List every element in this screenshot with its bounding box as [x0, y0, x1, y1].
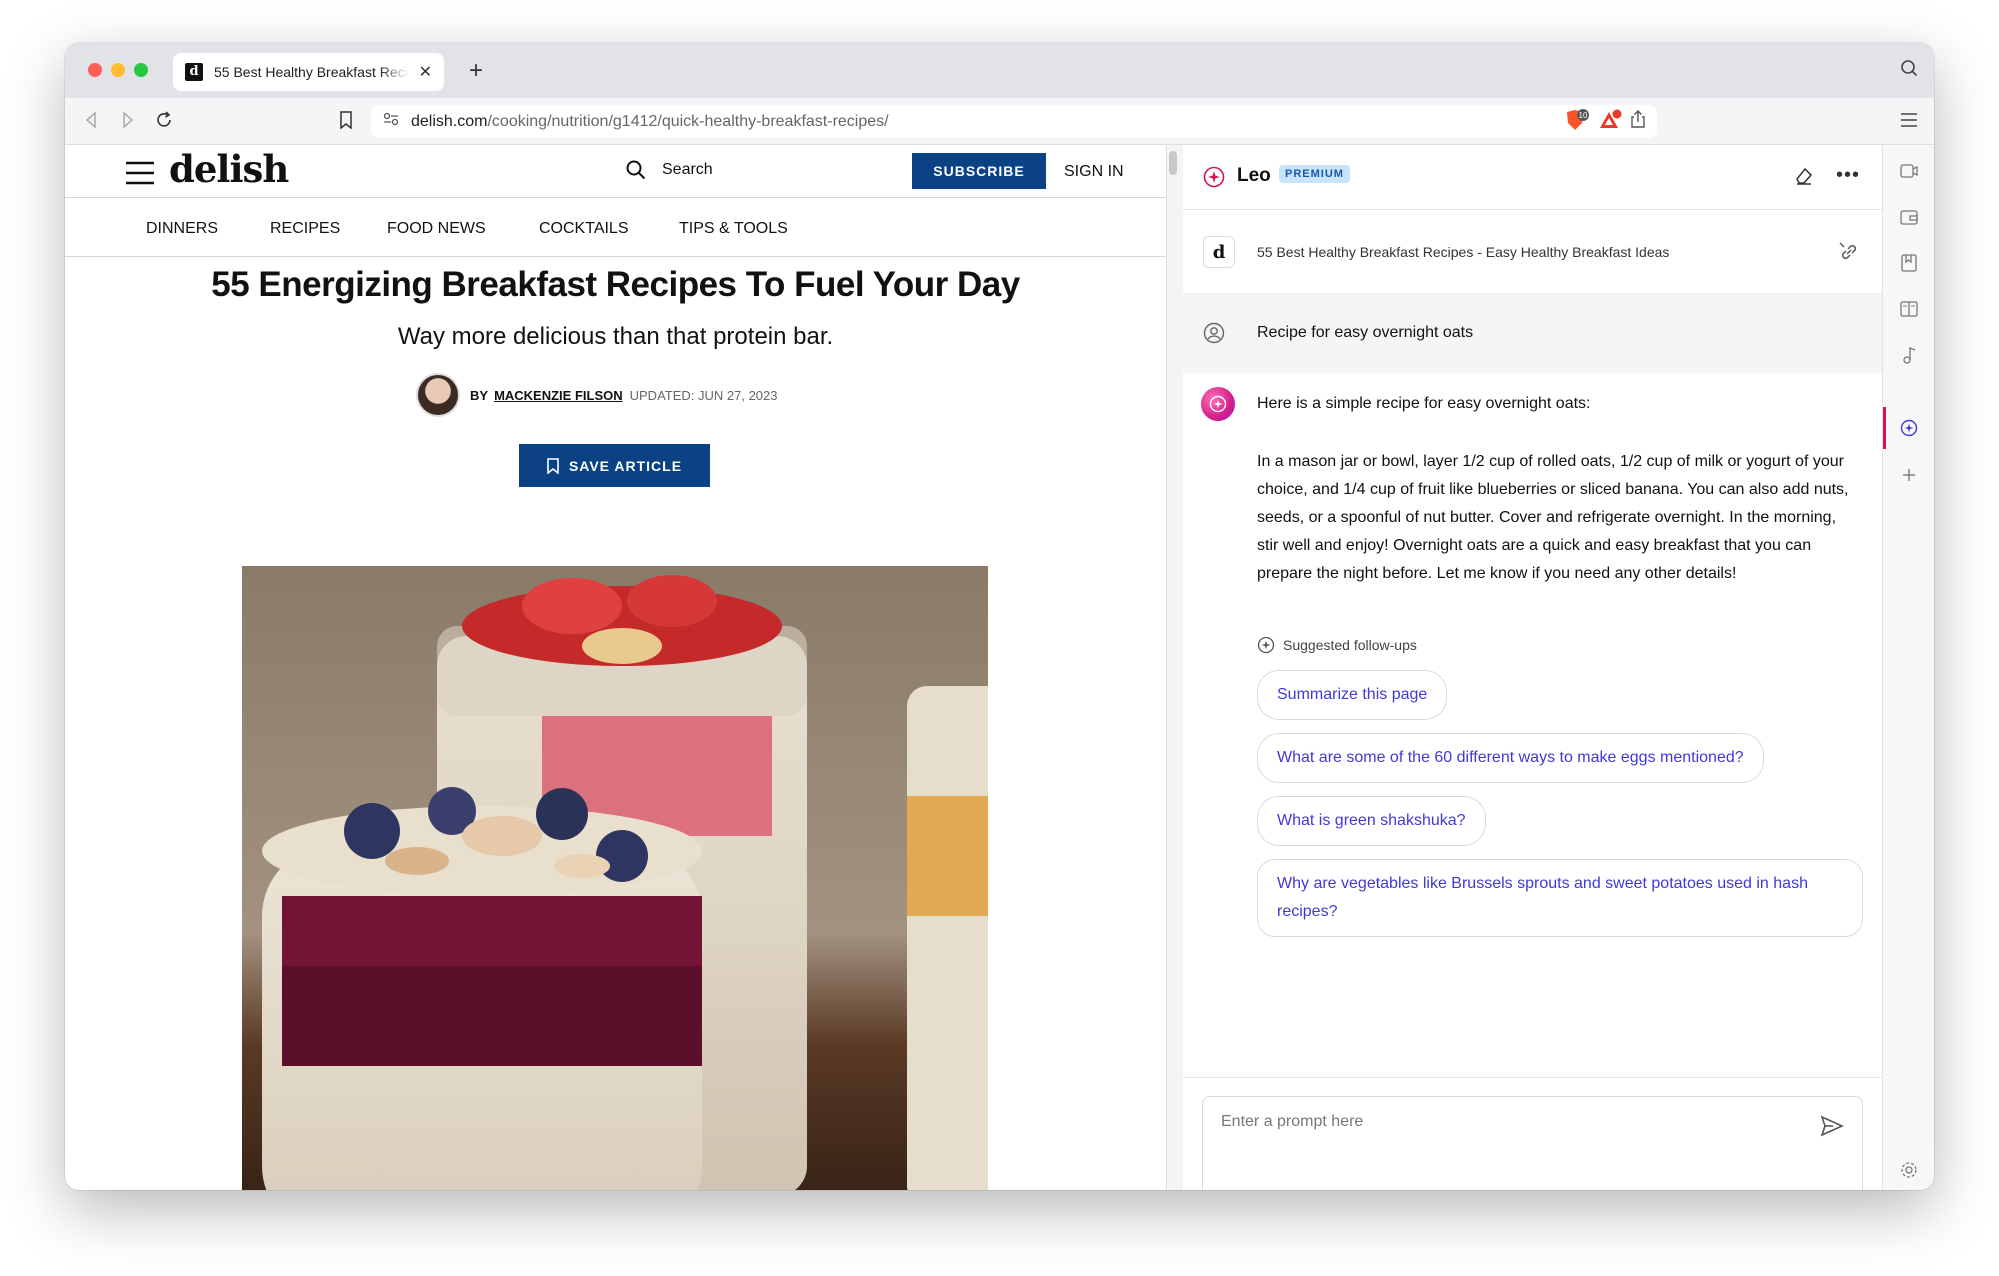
search-icon — [626, 160, 646, 180]
bookmark-icon — [547, 457, 559, 474]
video-icon[interactable] — [1899, 161, 1919, 181]
byline: BY MACKENZIE FILSON UPDATED: JUN 27, 202… — [416, 373, 778, 417]
subscribe-button[interactable]: SUBSCRIBE — [912, 153, 1046, 189]
music-icon[interactable] — [1899, 345, 1919, 365]
wallet-icon[interactable] — [1899, 207, 1919, 227]
address-bar[interactable]: delish.com/cooking/nutrition/g1412/quick… — [371, 105, 1657, 138]
url-path: /cooking/nutrition/g1412/quick-healthy-b… — [487, 112, 889, 130]
site-search[interactable]: Search — [626, 160, 713, 180]
forward-icon[interactable] — [120, 111, 136, 134]
answer-body: In a mason jar or bowl, layer 1/2 cup of… — [1257, 453, 1849, 582]
sparkle-icon — [1257, 636, 1275, 654]
nav-item-recipes[interactable]: RECIPES — [270, 220, 340, 238]
webpage: delish Search SUBSCRIBE SIGN IN DINNERS … — [65, 145, 1166, 1190]
browser-window: d 55 Best Healthy Breakfast Recipes ✕ + … — [65, 43, 1934, 1190]
minimize-window-button[interactable] — [111, 63, 125, 77]
site-logo[interactable]: delish — [169, 147, 289, 191]
author-link[interactable]: MACKENZIE FILSON — [494, 388, 623, 403]
menu-icon[interactable] — [1900, 113, 1918, 132]
url-domain: delish.com — [411, 112, 488, 130]
settings-icon[interactable] — [1899, 1160, 1919, 1180]
leo-panel: Leo PREMIUM ••• d 55 Best Healthy Breakf… — [1183, 145, 1882, 1190]
close-window-button[interactable] — [88, 63, 102, 77]
save-article-button[interactable]: SAVE ARTICLE — [519, 444, 710, 487]
byline-prefix: BY — [470, 387, 489, 403]
signin-link[interactable]: SIGN IN — [1064, 163, 1124, 181]
updated-date: UPDATED: JUN 27, 2023 — [629, 387, 778, 403]
suggested-followups-text: Suggested follow-ups — [1283, 637, 1417, 653]
browser-content: delish Search SUBSCRIBE SIGN IN DINNERS … — [65, 145, 1934, 1190]
nav-item-tips-tools[interactable]: TIPS & TOOLS — [679, 220, 788, 238]
new-tab-button[interactable]: + — [469, 57, 483, 85]
user-icon — [1203, 322, 1225, 349]
active-indicator — [1883, 407, 1886, 449]
hero-image — [242, 566, 988, 1190]
zoom-window-button[interactable] — [134, 63, 148, 77]
nav-item-food-news[interactable]: FOOD NEWS — [387, 220, 486, 238]
save-article-label: SAVE ARTICLE — [568, 457, 683, 474]
bookmarks-icon[interactable] — [1899, 253, 1919, 273]
nav-item-dinners[interactable]: DINNERS — [146, 220, 218, 238]
browser-sidebar — [1882, 145, 1934, 1190]
user-message: Recipe for easy overnight oats — [1183, 294, 1882, 373]
share-icon[interactable] — [1631, 110, 1645, 133]
suggestion-chip[interactable]: Why are vegetables like Brussels sprouts… — [1257, 859, 1863, 937]
suggestion-chip[interactable]: What is green shakshuka? — [1257, 796, 1486, 846]
brave-shields-icon[interactable]: 10 — [1564, 108, 1590, 139]
leo-logo-icon — [1203, 166, 1225, 193]
panel-divider[interactable] — [1166, 145, 1184, 1190]
unlink-page-icon[interactable] — [1838, 241, 1860, 268]
bookmark-icon[interactable] — [339, 111, 353, 134]
article-dek: Way more delicious than that protein bar… — [397, 323, 834, 350]
leo-answer-icon — [1201, 387, 1235, 421]
premium-badge: PREMIUM — [1279, 165, 1350, 183]
suggestion-chip[interactable]: Summarize this page — [1257, 670, 1448, 720]
suggestion-chip[interactable]: What are some of the 60 different ways t… — [1257, 733, 1764, 783]
browser-toolbar: delish.com/cooking/nutrition/g1412/quick… — [65, 98, 1934, 145]
active-tab[interactable]: d 55 Best Healthy Breakfast Recipes ✕ — [173, 53, 444, 91]
hamburger-menu-icon[interactable] — [125, 161, 155, 190]
site-nav: DINNERS RECIPES FOOD NEWS COCKTAILS TIPS… — [65, 198, 1166, 257]
answer-lead: Here is a simple recipe for easy overnig… — [1257, 395, 1591, 412]
tab-strip: d 55 Best Healthy Breakfast Recipes ✕ + — [65, 43, 1934, 98]
reload-icon[interactable] — [155, 111, 173, 134]
tab-search-icon[interactable] — [1900, 59, 1918, 82]
svg-text:10: 10 — [1579, 111, 1588, 120]
page-favicon: d — [1203, 236, 1235, 268]
webpage-scrollbar[interactable] — [1169, 151, 1177, 175]
tab-favicon: d — [185, 63, 203, 81]
user-message-text: Recipe for easy overnight oats — [1257, 324, 1474, 341]
prompt-separator — [1183, 1077, 1882, 1078]
leo-icon[interactable] — [1899, 418, 1919, 438]
send-icon[interactable] — [1820, 1115, 1844, 1142]
reading-list-icon[interactable] — [1899, 299, 1919, 319]
close-tab-icon[interactable]: ✕ — [419, 62, 432, 82]
nav-item-cocktails[interactable]: COCKTAILS — [539, 220, 629, 238]
more-options-icon[interactable]: ••• — [1836, 164, 1860, 187]
article-title: 55 Energizing Breakfast Recipes To Fuel … — [211, 265, 1020, 304]
page-context: d 55 Best Healthy Breakfast Recipes - Ea… — [1183, 210, 1882, 294]
suggested-followups-label: Suggested follow-ups — [1257, 636, 1417, 654]
page-context-title: 55 Best Healthy Breakfast Recipes - Easy… — [1257, 244, 1670, 260]
tab-title: 55 Best Healthy Breakfast Recipes — [214, 64, 409, 80]
author-avatar[interactable] — [416, 373, 460, 417]
site-info-icon[interactable] — [383, 112, 399, 131]
leo-header: Leo PREMIUM ••• — [1183, 145, 1882, 210]
prompt-box[interactable] — [1202, 1096, 1863, 1190]
site-header: delish Search SUBSCRIBE SIGN IN — [65, 145, 1166, 198]
back-icon[interactable] — [83, 111, 99, 134]
brave-rewards-icon[interactable] — [1598, 108, 1624, 139]
prompt-input[interactable] — [1221, 1113, 1781, 1131]
add-icon[interactable] — [1899, 465, 1919, 485]
leo-title: Leo — [1237, 165, 1271, 186]
search-label: Search — [662, 161, 713, 178]
erase-conversation-icon[interactable] — [1794, 166, 1814, 191]
